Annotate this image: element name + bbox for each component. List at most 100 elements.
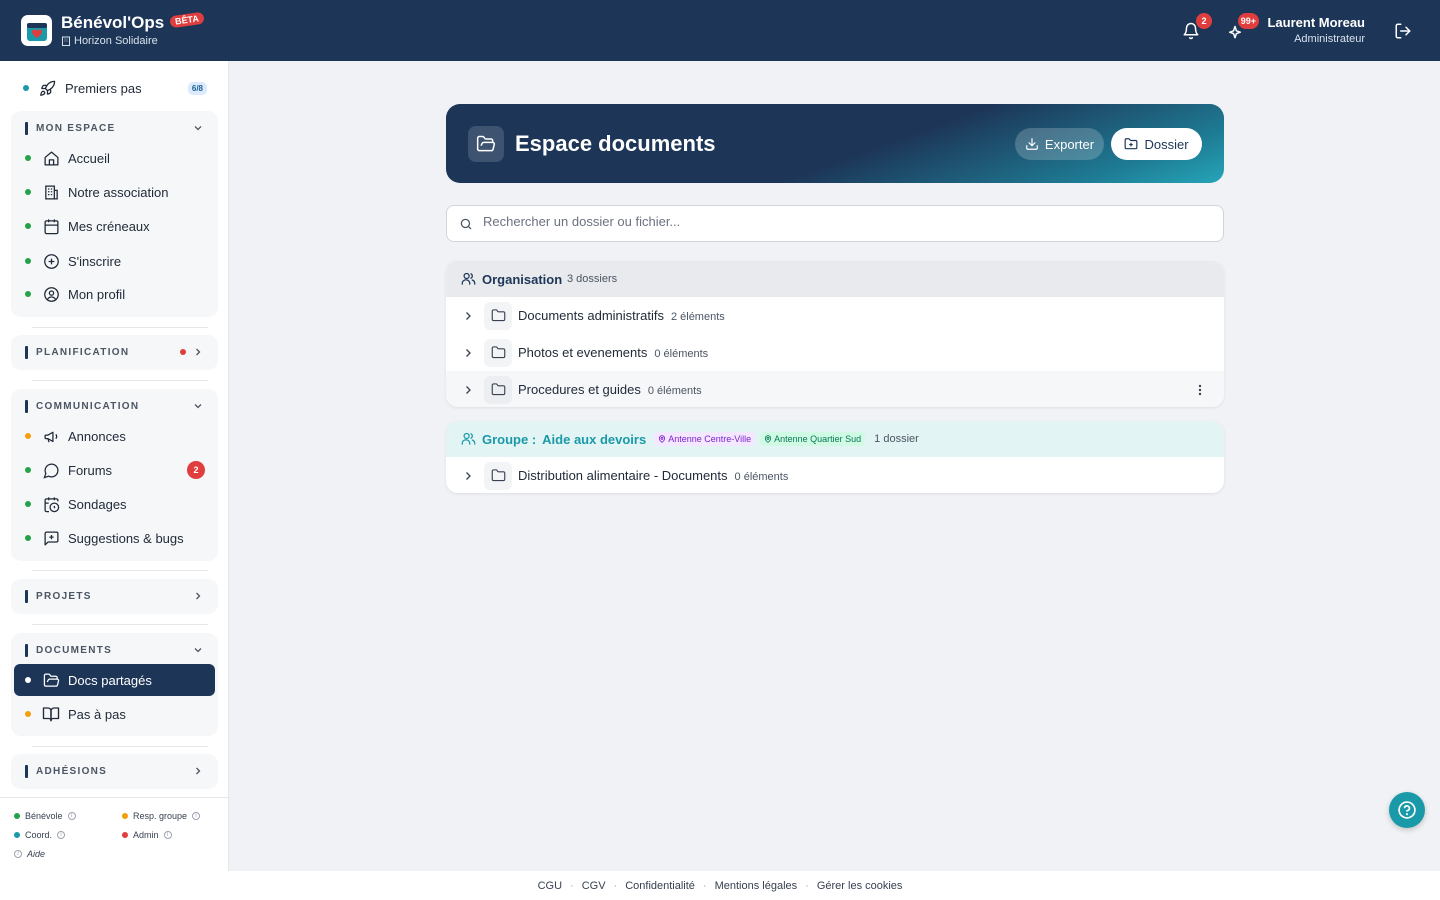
sidebar-item-label: Pas à pas <box>68 706 126 722</box>
info-icon: i <box>163 831 172 839</box>
status-dot <box>25 258 31 264</box>
app-logo[interactable] <box>21 15 52 46</box>
legend-admin[interactable]: Admin i <box>122 830 172 840</box>
sidebar-item-sondages[interactable]: Sondages <box>14 488 215 520</box>
sidebar-item-pas-a-pas[interactable]: Pas à pas <box>14 698 215 730</box>
folder-icon <box>484 338 512 367</box>
status-dot <box>25 291 31 297</box>
sidebar-item-label: Annonces <box>68 428 126 444</box>
folder-row[interactable]: Photos et evenements 0 éléments <box>446 334 1224 371</box>
sidebar-item-mes-creneaux[interactable]: Mes créneaux <box>14 210 215 242</box>
chevron-right-icon[interactable] <box>462 347 474 359</box>
sidebar-item-sinscrire[interactable]: S'inscrire <box>14 245 215 277</box>
section-header-mon-espace[interactable]: MON ESPACE <box>11 111 218 145</box>
more-vertical-icon[interactable] <box>1194 382 1206 398</box>
info-icon: i <box>67 812 76 820</box>
status-dot <box>25 501 31 507</box>
home-icon <box>42 149 60 167</box>
chevron-down-icon <box>192 122 204 134</box>
section-header-documents[interactable]: DOCUMENTS <box>11 633 218 667</box>
legend-resp-groupe[interactable]: Resp. groupe i <box>122 811 201 821</box>
legend-dot <box>122 832 128 838</box>
sidebar-item-label: Docs partagés <box>68 672 152 688</box>
updates-badge: 99+ <box>1237 13 1259 29</box>
divider <box>32 570 208 571</box>
legend-benevole[interactable]: Bénévole i <box>14 811 76 821</box>
sidebar-item-mon-profil[interactable]: Mon profil <box>14 278 215 310</box>
sidebar-item-first-steps[interactable]: Premiers pas 6/8 <box>14 72 215 104</box>
sidebar-item-docs-partages[interactable]: Docs partagés <box>14 664 215 696</box>
new-folder-label: Dossier <box>1144 136 1189 152</box>
status-dot <box>23 85 29 91</box>
folder-name: Procedures et guides <box>518 382 641 397</box>
folder-row[interactable]: Documents administratifs 2 éléments <box>446 297 1224 334</box>
folder-name-wrap: Procedures et guides 0 éléments <box>518 382 702 397</box>
help-button[interactable] <box>1389 792 1425 828</box>
status-dot <box>25 711 31 717</box>
footer-separator: · <box>805 879 809 892</box>
chevron-down-icon <box>192 400 204 412</box>
chevron-right-icon <box>192 346 204 358</box>
footer-link-cgu[interactable]: CGU <box>538 880 562 892</box>
section-header-communication[interactable]: COMMUNICATION <box>11 389 218 423</box>
footer-link-cgv[interactable]: CGV <box>582 880 606 892</box>
chevron-down-icon <box>192 644 204 656</box>
footer-link-confidentialite[interactable]: Confidentialité <box>625 880 695 892</box>
footer-separator: · <box>613 879 618 892</box>
new-folder-button[interactable]: Dossier <box>1111 128 1202 160</box>
legend-label: Bénévole <box>25 811 63 821</box>
logout-button[interactable] <box>1391 19 1415 43</box>
search-icon <box>460 218 472 230</box>
legend-dot <box>14 813 20 819</box>
group-header[interactable]: Groupe : Aide aux devoirs Antenne Centre… <box>446 421 1224 457</box>
help-circle-icon <box>1398 801 1416 819</box>
page-title: Espace documents <box>515 131 716 156</box>
legend-coord[interactable]: Coord. i <box>14 830 66 840</box>
folder-item-count: 2 éléments <box>670 311 725 323</box>
divider <box>32 380 208 381</box>
legend-label: Resp. groupe <box>133 811 188 821</box>
group-count: 1 dossier <box>874 433 919 445</box>
footer-separator: · <box>702 879 707 892</box>
user-role: Administrateur <box>1294 33 1365 45</box>
folder-row[interactable]: Procedures et guides 0 éléments <box>446 371 1224 407</box>
legend-aide[interactable]: i Aide <box>14 849 45 859</box>
search-input[interactable] <box>483 214 1183 229</box>
footer-link-mentions-legales[interactable]: Mentions légales <box>715 880 798 892</box>
notifications-badge: 2 <box>1196 13 1212 29</box>
chevron-right-icon[interactable] <box>462 384 474 396</box>
sidebar-item-accueil[interactable]: Accueil <box>14 142 215 174</box>
folder-open-icon <box>42 671 60 689</box>
folder-item-count: 0 éléments <box>647 385 702 397</box>
section-bar <box>25 121 28 135</box>
user-menu[interactable]: Laurent Moreau Administrateur <box>1267 15 1365 45</box>
legend-dot <box>122 813 128 819</box>
status-dot <box>25 535 31 541</box>
map-pin-icon <box>659 435 666 443</box>
folder-item-count: 0 éléments <box>654 348 709 360</box>
sidebar-item-annonces[interactable]: Annonces <box>14 420 215 452</box>
chevron-right-icon <box>192 590 204 602</box>
section-header-projets[interactable]: PROJETS <box>11 579 218 613</box>
sidebar-item-label: Forums <box>68 462 113 478</box>
sidebar-item-suggestions[interactable]: Suggestions & bugs <box>14 522 215 554</box>
footer-link-cookies[interactable]: Gérer les cookies <box>817 880 903 892</box>
chevron-right-icon[interactable] <box>462 470 474 482</box>
group-title-name: Aide aux devoirs <box>542 431 647 447</box>
sidebar-item-notre-association[interactable]: Notre association <box>14 176 215 208</box>
location-tag: Antenne Centre-Ville <box>654 432 756 446</box>
group-header[interactable]: Organisation 3 dossiers <box>446 261 1224 297</box>
section-header-adhesions[interactable]: ADHÉSIONS <box>11 754 218 788</box>
export-button[interactable]: Exporter <box>1015 128 1104 160</box>
folder-row[interactable]: Distribution alimentaire - Documents 0 él… <box>446 457 1224 493</box>
chevron-right-icon[interactable] <box>462 310 474 322</box>
sidebar-item-forums[interactable]: Forums 2 <box>14 454 215 486</box>
info-icon: i <box>14 850 22 858</box>
sidebar-item-label: Suggestions & bugs <box>68 530 184 546</box>
calendar-clock-icon <box>42 495 60 513</box>
section-title: DOCUMENTS <box>36 644 113 656</box>
section-title: ADHÉSIONS <box>36 765 108 777</box>
section-header-planification[interactable]: PLANIFICATION <box>11 335 218 369</box>
notifications-button[interactable]: 2 <box>1179 13 1212 43</box>
updates-button[interactable]: 99+ <box>1226 13 1259 43</box>
